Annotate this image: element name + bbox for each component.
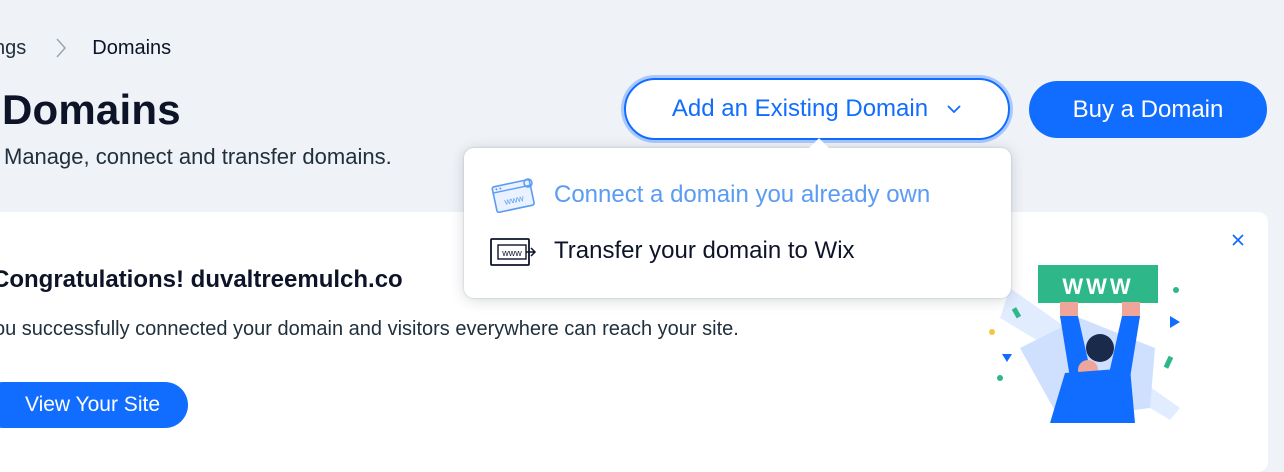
close-icon[interactable]	[1230, 232, 1246, 248]
breadcrumb: ngs Domains	[0, 36, 171, 60]
add-domain-dropdown-menu: www Connect a domain you already own www…	[464, 148, 1011, 298]
connect-domain-label: Connect a domain you already own	[554, 181, 931, 208]
menu-item-connect-domain[interactable]: www Connect a domain you already own	[464, 168, 1011, 222]
add-existing-domain-label: Add an Existing Domain	[671, 95, 929, 122]
www-window-connect-icon: www	[491, 178, 535, 214]
menu-item-transfer-domain[interactable]: www Transfer your domain to Wix	[464, 224, 1011, 278]
breadcrumb-previous[interactable]: ngs	[0, 37, 26, 60]
celebration-illustration: WWW	[989, 265, 1180, 423]
chevron-right-icon	[56, 38, 67, 58]
breadcrumb-current: Domains	[92, 36, 172, 59]
notice-text: ou successfully connected your domain an…	[0, 318, 739, 340]
view-site-button[interactable]: View Your Site	[0, 382, 188, 428]
page-title: Domains	[2, 86, 181, 133]
page-subtitle: Manage, connect and transfer domains.	[4, 144, 392, 169]
notice-title: Congratulations! duvaltreemulch.co	[0, 266, 403, 293]
add-existing-domain-button[interactable]: Add an Existing Domain	[624, 78, 1010, 140]
transfer-domain-label: Transfer your domain to Wix	[554, 237, 855, 264]
svg-text:www: www	[501, 248, 522, 258]
buy-domain-button[interactable]: Buy a Domain	[1029, 81, 1267, 138]
www-transfer-icon: www	[490, 238, 537, 266]
chevron-down-icon	[947, 105, 961, 114]
www-sign-text: WWW	[1062, 274, 1133, 299]
